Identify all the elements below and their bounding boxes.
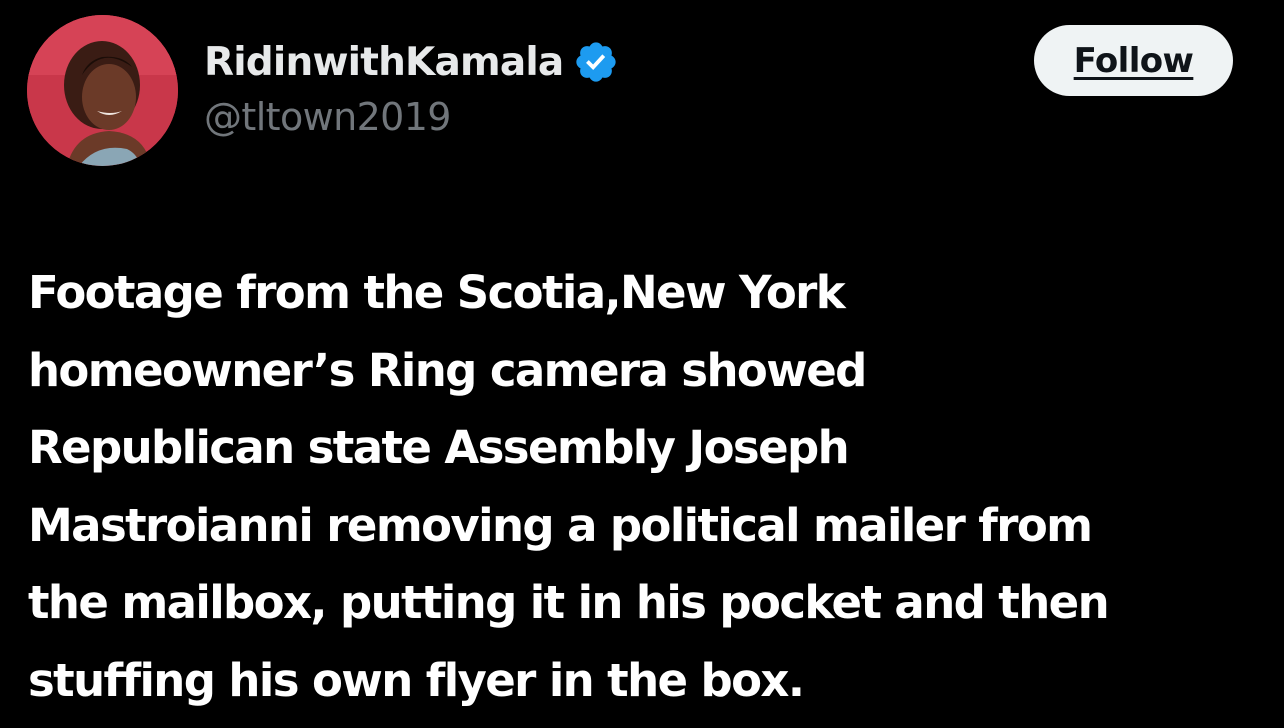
verified-badge-icon bbox=[573, 39, 619, 85]
tweet-text-line: stuffing his own flyer in the box. bbox=[28, 653, 805, 707]
tweet-text-line: Republican state Assembly Joseph bbox=[28, 421, 850, 474]
follow-button[interactable]: Follow bbox=[1034, 25, 1233, 96]
author-display-name[interactable]: RidinwithKamala bbox=[204, 40, 564, 85]
tweet-card: RidinwithKamala @tltown2019 Follow Foota… bbox=[0, 0, 1284, 728]
author-name-row: RidinwithKamala bbox=[204, 36, 619, 88]
tweet-text-line: the mailbox, putting it in his pocket an… bbox=[28, 576, 1110, 629]
tweet-text-line: Mastroianni removing a political mailer … bbox=[28, 498, 1093, 552]
avatar-photo bbox=[27, 15, 178, 166]
author-handle[interactable]: @tltown2019 bbox=[204, 95, 451, 139]
tweet-text-line: Footage from the Scotia,New York bbox=[28, 266, 846, 319]
tweet-text-line: homeowner’s Ring camera showed bbox=[28, 343, 867, 397]
author-avatar[interactable] bbox=[27, 15, 178, 166]
tweet-text: Footage from the Scotia,New York homeown… bbox=[28, 254, 1268, 719]
